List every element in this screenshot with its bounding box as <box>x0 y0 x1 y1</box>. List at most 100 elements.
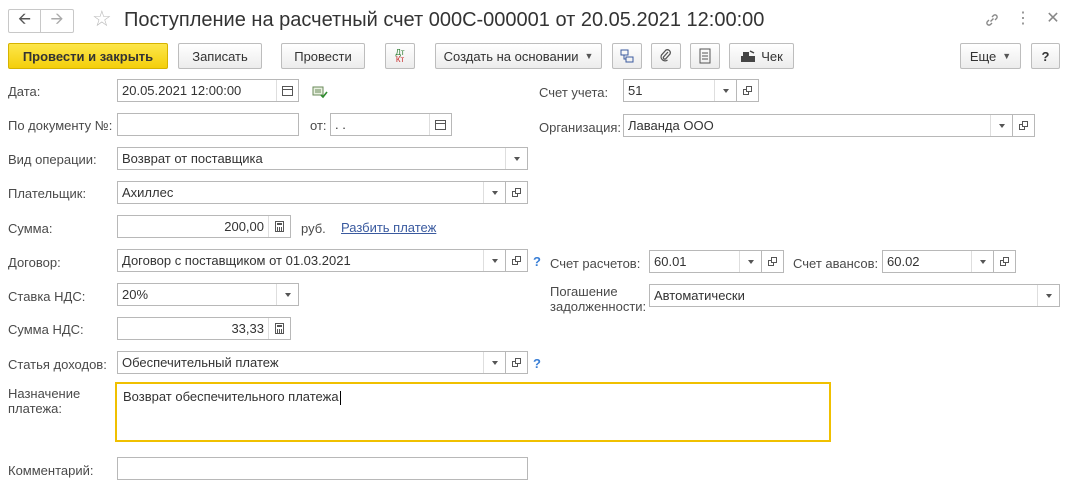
organization-label: Организация: <box>539 120 622 135</box>
doc-date-field[interactable]: . . <box>330 113 452 136</box>
chevron-down-icon[interactable] <box>739 251 761 272</box>
doc-date-label: от: <box>310 118 327 133</box>
open-icon <box>1000 257 1009 266</box>
forward-button[interactable]: 🡪 <box>41 9 74 33</box>
attach-button[interactable] <box>651 43 681 69</box>
income-item-value: Обеспечительный платеж <box>122 355 279 370</box>
date-label: Дата: <box>8 84 41 99</box>
comment-label: Комментарий: <box>8 463 94 478</box>
payer-field[interactable]: Ахиллес <box>117 181 506 204</box>
doc-number-field[interactable] <box>117 113 299 136</box>
calendar-icon[interactable] <box>429 114 451 135</box>
vat-amount-field[interactable]: 33,33 <box>117 317 291 340</box>
date-field[interactable]: 20.05.2021 12:00:00 <box>117 79 299 102</box>
account-field[interactable]: 51 <box>623 79 737 102</box>
vat-rate-select[interactable]: 20% <box>117 283 299 306</box>
help-button[interactable]: ? <box>1031 43 1060 69</box>
chevron-down-icon[interactable] <box>276 284 298 305</box>
amount-label: Сумма: <box>8 221 53 236</box>
open-payer-button[interactable] <box>506 181 528 204</box>
receipt-label: Чек <box>761 48 783 64</box>
payer-label: Плательщик: <box>8 186 87 201</box>
payer-value: Ахиллес <box>122 185 174 200</box>
chevron-down-icon[interactable] <box>714 80 736 101</box>
doc-date-value: . . <box>335 117 346 132</box>
post-status-icon <box>312 85 328 102</box>
amount-field[interactable]: 200,00 <box>117 215 291 238</box>
vat-rate-label: Ставка НДС: <box>8 289 86 304</box>
dt-kt-button[interactable]: Дт Кт <box>385 43 415 69</box>
advance-account-field[interactable]: 60.02 <box>882 250 994 273</box>
chevron-down-icon[interactable] <box>483 352 505 373</box>
payment-purpose-value: Возврат обеспечительного платежа <box>123 389 339 404</box>
post-button[interactable]: Провести <box>281 43 365 69</box>
doc-number-label: По документу №: <box>8 118 113 133</box>
chevron-down-icon[interactable] <box>483 182 505 203</box>
document-list-icon <box>699 48 711 64</box>
open-icon <box>768 257 777 266</box>
structure-button[interactable] <box>612 43 642 69</box>
debt-repayment-label: Погашение задолженности: <box>550 284 647 314</box>
payment-purpose-label: Назначение платежа: <box>8 386 81 416</box>
chevron-down-icon[interactable] <box>990 115 1012 136</box>
open-settlement-account-button[interactable] <box>762 250 784 273</box>
settlement-account-value: 60.01 <box>654 254 687 269</box>
payment-purpose-textarea[interactable]: Возврат обеспечительного платежа <box>115 382 831 442</box>
operation-type-select[interactable]: Возврат от поставщика <box>117 147 528 170</box>
date-value: 20.05.2021 12:00:00 <box>122 83 242 98</box>
create-based-on-button[interactable]: Создать на основании ▼ <box>435 43 602 69</box>
open-organization-button[interactable] <box>1013 114 1035 137</box>
open-advance-account-button[interactable] <box>994 250 1016 273</box>
arrow-left-icon: 🡨 <box>18 10 31 28</box>
chevron-down-icon[interactable] <box>483 250 505 271</box>
chevron-down-icon[interactable] <box>971 251 993 272</box>
open-account-button[interactable] <box>737 79 759 102</box>
vat-rate-value: 20% <box>122 287 149 302</box>
currency-label: руб. <box>301 221 326 236</box>
account-label: Счет учета: <box>539 85 609 100</box>
split-payment-link[interactable]: Разбить платеж <box>341 220 436 235</box>
advance-account-label: Счет авансов: <box>793 256 879 271</box>
vat-amount-label: Сумма НДС: <box>8 322 84 337</box>
income-item-help-icon[interactable]: ? <box>533 356 541 371</box>
more-label: Еще <box>969 48 997 64</box>
page-title: Поступление на расчетный счет 000С-00000… <box>124 9 765 31</box>
print-list-button[interactable] <box>690 43 720 69</box>
close-icon[interactable]: ✕ <box>1044 11 1062 27</box>
contract-label: Договор: <box>8 255 61 270</box>
save-button[interactable]: Записать <box>178 43 262 69</box>
operation-type-value: Возврат от поставщика <box>122 151 263 166</box>
organization-field[interactable]: Лаванда ООО <box>623 114 1013 137</box>
debt-repayment-select[interactable]: Автоматически <box>649 284 1060 307</box>
open-income-item-button[interactable] <box>506 351 528 374</box>
dt-kt-icon: Дт Кт <box>395 48 405 64</box>
back-button[interactable]: 🡨 <box>8 9 41 33</box>
open-icon <box>512 188 521 197</box>
chevron-down-icon[interactable] <box>505 148 527 169</box>
open-contract-button[interactable] <box>506 249 528 272</box>
calculator-icon[interactable] <box>268 216 290 237</box>
more-vertical-icon[interactable]: ⋮ <box>1014 11 1032 27</box>
contract-value: Договор с поставщиком от 01.03.2021 <box>122 253 351 268</box>
more-button[interactable]: Еще ▼ <box>960 43 1021 69</box>
text-cursor <box>339 390 341 405</box>
chevron-down-icon[interactable] <box>1037 285 1059 306</box>
post-and-close-button[interactable]: Провести и закрыть <box>8 43 168 69</box>
advance-account-value: 60.02 <box>887 254 920 269</box>
calendar-icon[interactable] <box>276 80 298 101</box>
comment-field[interactable] <box>117 457 528 480</box>
contract-help-icon[interactable]: ? <box>533 254 541 269</box>
star-icon[interactable]: ☆ <box>92 8 112 30</box>
link-icon[interactable] <box>983 12 1001 32</box>
create-based-on-label: Создать на основании <box>443 48 579 64</box>
income-item-field[interactable]: Обеспечительный платеж <box>117 351 506 374</box>
receipt-button[interactable]: Чек <box>729 43 794 69</box>
cash-register-icon <box>741 50 756 62</box>
arrow-right-icon: 🡪 <box>50 10 64 28</box>
organization-value: Лаванда ООО <box>628 118 714 133</box>
settlement-account-field[interactable]: 60.01 <box>649 250 762 273</box>
contract-field[interactable]: Договор с поставщиком от 01.03.2021 <box>117 249 506 272</box>
open-icon <box>512 256 521 265</box>
account-value: 51 <box>628 83 643 98</box>
calculator-icon[interactable] <box>268 318 290 339</box>
